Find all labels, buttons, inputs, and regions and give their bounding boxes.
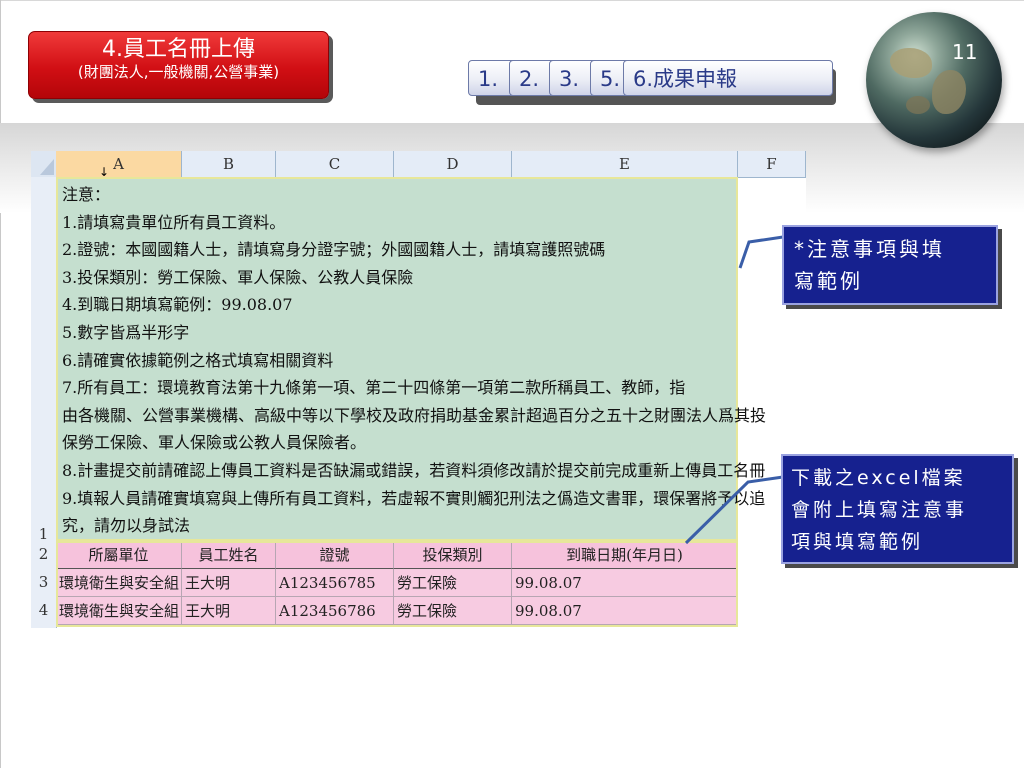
table-header-row: 所屬單位 員工姓名 證號 投保類別 到職日期(年月日) bbox=[56, 541, 738, 569]
row-header-4[interactable]: 4 bbox=[31, 601, 56, 619]
step-tab-5-label: 5. bbox=[600, 67, 621, 91]
column-header-c[interactable]: C bbox=[276, 151, 394, 177]
slide-subtitle: (財團法人,一般機關,公營事業) bbox=[77, 63, 280, 81]
note-line: 5.數字皆爲半形字 bbox=[62, 322, 190, 342]
column-header-b[interactable]: B bbox=[182, 151, 276, 177]
note-line: 究，請勿以身試法 bbox=[62, 516, 191, 536]
cell-name[interactable]: 王大明 bbox=[182, 597, 276, 625]
cell-unit[interactable]: 環境衛生與安全組 bbox=[56, 569, 182, 597]
header-cell-unit[interactable]: 所屬單位 bbox=[56, 541, 182, 569]
callout-notes: *注意事項與填 寫範例 bbox=[782, 225, 998, 305]
left-border bbox=[0, 0, 1, 768]
header-cell-name[interactable]: 員工姓名 bbox=[182, 541, 276, 569]
column-header-d[interactable]: D bbox=[394, 151, 512, 177]
globe-icon bbox=[866, 12, 1002, 148]
column-header-f[interactable]: F bbox=[738, 151, 806, 177]
note-line: 8.計畫提交前請確認上傳員工資料是否缺漏或錯誤，若資料須修改請於提交前完成重新上… bbox=[62, 460, 766, 480]
notes-cell[interactable]: 注意： 1.請填寫貴單位所有員工資料。 2.證號：本國國籍人士，請填寫身分證字號；外… bbox=[56, 177, 767, 541]
cell-insurance[interactable]: 勞工保險 bbox=[394, 597, 512, 625]
slide-title: 4.員工名冊上傳 bbox=[102, 37, 255, 62]
callout-notes-line1: *注意事項與填 bbox=[794, 237, 945, 261]
cell-id[interactable]: A123456786 bbox=[276, 597, 394, 625]
note-line: 6.請確實依據範例之格式填寫相關資料 bbox=[62, 350, 334, 370]
note-line: 由各機關、公營事業機構、高級中等以下學校及政府捐助基金累計超過百分之五十之財團法… bbox=[62, 405, 767, 425]
cell-hire-date[interactable]: 99.08.07 bbox=[512, 597, 738, 625]
note-line: 4.到職日期填寫範例：99.08.07 bbox=[62, 295, 293, 315]
step-tab-3-label: 3. bbox=[559, 67, 580, 91]
column-header-row: A B C D E F ↓ bbox=[31, 151, 806, 179]
row-header-1[interactable]: 1 bbox=[31, 525, 56, 543]
header-cell-id[interactable]: 證號 bbox=[276, 541, 394, 569]
step-tab-6[interactable]: 6.成果申報 bbox=[623, 60, 833, 96]
cell-hire-date[interactable]: 99.08.07 bbox=[512, 569, 738, 597]
spreadsheet: A B C D E F ↓ 1 2 3 4 注意： 1.請填寫貴單位所有員工資料。… bbox=[31, 151, 806, 628]
note-line: 2.證號：本國國籍人士，請填寫身分證字號；外國國籍人士，請填寫護照號碼 bbox=[62, 240, 606, 260]
callout-download: 下載之excel檔案 會附上填寫注意事 項與填寫範例 bbox=[781, 454, 1014, 564]
row-header-3[interactable]: 3 bbox=[31, 573, 56, 591]
callout-download-line2: 會附上填寫注意事 bbox=[791, 499, 968, 521]
column-header-a[interactable]: A bbox=[56, 151, 182, 177]
cell-insurance[interactable]: 勞工保險 bbox=[394, 569, 512, 597]
slide-title-box: 4.員工名冊上傳 (財團法人,一般機關,公營事業) bbox=[28, 31, 329, 99]
note-line: 9.填報人員請確實填寫與上傳所有員工資料，若虛報不實則觸犯刑法之僞造文書罪，環保… bbox=[62, 488, 766, 508]
note-line: 7.所有員工：環境教育法第十九條第一項、第二十四條第一項第二款所稱員工、教師，指 bbox=[62, 378, 686, 398]
cell-unit[interactable]: 環境衛生與安全組 bbox=[56, 597, 182, 625]
note-line: 注意： bbox=[62, 185, 111, 204]
step-tab-2-label: 2. bbox=[519, 67, 540, 91]
row-header-2[interactable]: 2 bbox=[31, 545, 56, 563]
cell-id[interactable]: A123456785 bbox=[276, 569, 394, 597]
callout-download-line1: 下載之excel檔案 bbox=[791, 467, 966, 489]
callout-download-line3: 項與填寫範例 bbox=[791, 531, 924, 553]
select-all-corner-icon[interactable] bbox=[31, 151, 57, 177]
table-row: 環境衛生與安全組 王大明 A123456786 勞工保險 99.08.07 bbox=[56, 597, 738, 625]
page-number: 11 bbox=[952, 40, 978, 64]
table-row: 環境衛生與安全組 王大明 A123456785 勞工保險 99.08.07 bbox=[56, 569, 738, 597]
note-line: 3.投保類別：勞工保險、軍人保險、公教人員保險 bbox=[62, 267, 414, 287]
step-tab-6-label: 6.成果申報 bbox=[633, 67, 738, 91]
row-header-column: 1 2 3 4 bbox=[31, 177, 57, 628]
note-line: 保勞工保險、軍人保險或公教人員保險者。 bbox=[62, 433, 367, 453]
callout-notes-line2: 寫範例 bbox=[794, 269, 863, 293]
top-border bbox=[0, 0, 1024, 1]
step-tab-1-label: 1. bbox=[478, 67, 499, 91]
note-line: 1.請填寫貴單位所有員工資料。 bbox=[62, 212, 286, 232]
cell-name[interactable]: 王大明 bbox=[182, 569, 276, 597]
header-cell-insurance[interactable]: 投保類別 bbox=[394, 541, 512, 569]
header-cell-hire-date[interactable]: 到職日期(年月日) bbox=[512, 541, 738, 569]
column-header-e[interactable]: E bbox=[512, 151, 738, 177]
